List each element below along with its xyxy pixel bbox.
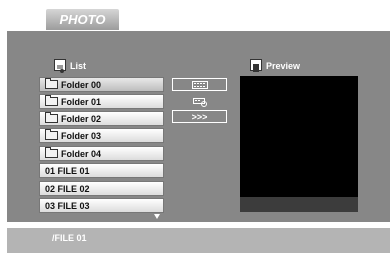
next-button[interactable]: >>> xyxy=(172,110,227,123)
list-item-folder[interactable]: Folder 01 xyxy=(39,94,164,109)
list-icon xyxy=(54,59,66,73)
folder-icon xyxy=(45,129,58,140)
folder-icon xyxy=(45,147,58,158)
slideshow-settings-button[interactable] xyxy=(172,96,227,109)
slideshow-button[interactable] xyxy=(172,78,227,91)
list-item-file[interactable]: 03 FILE 03 xyxy=(39,198,164,213)
preview-footer xyxy=(240,197,358,212)
preview-title: Preview xyxy=(266,61,301,71)
folder-icon xyxy=(45,112,58,123)
list-item-label: Folder 00 xyxy=(61,79,102,90)
list-item-label: 03 FILE 03 xyxy=(45,200,90,211)
list-item-label: Folder 01 xyxy=(61,96,102,107)
list-item-folder[interactable]: Folder 04 xyxy=(39,146,164,161)
list-item-file[interactable]: 01 FILE 01 xyxy=(39,163,164,178)
preview-area xyxy=(240,76,358,212)
preview-icon xyxy=(250,59,262,72)
list-item-label: 02 FILE 02 xyxy=(45,183,90,194)
folder-icon xyxy=(45,95,58,106)
list-item-folder[interactable]: Folder 00 xyxy=(39,77,164,92)
folder-icon xyxy=(45,78,58,89)
arrow-down-icon[interactable] xyxy=(154,214,160,219)
list-item-label: Folder 02 xyxy=(61,113,102,124)
slideshow-settings-icon xyxy=(192,98,207,107)
status-bar: /FILE 01 xyxy=(7,228,390,253)
current-path: /FILE 01 xyxy=(52,233,87,243)
slideshow-icon xyxy=(191,80,208,89)
list-item-label: Folder 03 xyxy=(61,130,102,141)
list-item-label: 01 FILE 01 xyxy=(45,165,90,176)
list-item-label: Folder 04 xyxy=(61,148,102,159)
list-title: List xyxy=(70,61,87,71)
list-item-folder[interactable]: Folder 03 xyxy=(39,128,164,143)
tab-photo[interactable]: PHOTO xyxy=(46,9,119,30)
list-item-file[interactable]: 02 FILE 02 xyxy=(39,181,164,196)
list-item-folder[interactable]: Folder 02 xyxy=(39,111,164,126)
